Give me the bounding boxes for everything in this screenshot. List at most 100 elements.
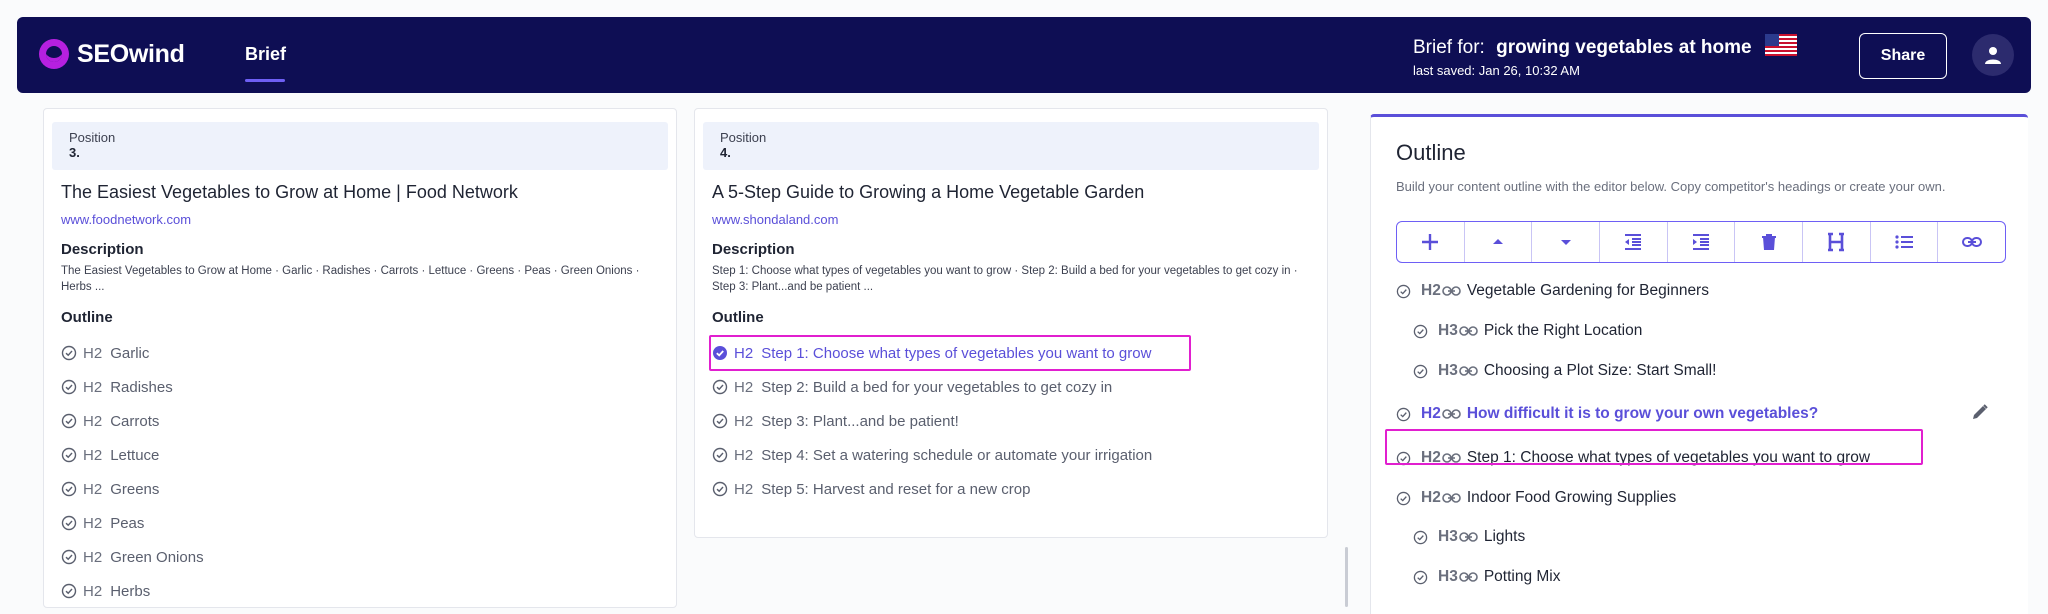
- check-circle-icon: [61, 413, 77, 429]
- outdent-button[interactable]: [1600, 222, 1668, 262]
- logo-text: SEOwind: [77, 39, 185, 68]
- heading-tag: H2: [734, 446, 754, 464]
- outline-item-text: Step 4: Set a watering schedule or autom…: [761, 446, 1153, 464]
- outline-editor-item[interactable]: H3 Choosing a Plot Size: Start Small!: [1413, 356, 1716, 386]
- outline-editor-item[interactable]: H2 Indoor Food Growing Supplies: [1396, 483, 1676, 513]
- description-heading: Description: [61, 241, 144, 258]
- link-icon: [1459, 366, 1478, 376]
- position-box: Position 3.: [52, 122, 668, 170]
- link-button[interactable]: [1938, 222, 2005, 262]
- outline-item-text: Step 3: Plant...and be patient!: [761, 412, 959, 430]
- indent-button[interactable]: [1668, 222, 1736, 262]
- heading-tag: H2: [734, 412, 754, 430]
- heading-tag: H2: [1421, 489, 1441, 506]
- logo[interactable]: SEOwind: [37, 37, 185, 71]
- us-flag-icon: [1764, 34, 1797, 56]
- check-circle-icon: [61, 515, 77, 531]
- outline-editor-item[interactable]: H2 How difficult it is to grow your own v…: [1396, 399, 1818, 429]
- last-saved: last saved: Jan 26, 10:32 AM: [1413, 63, 1580, 78]
- outline-item[interactable]: H2 Radishes: [61, 374, 173, 400]
- position-number: 4.: [720, 145, 731, 160]
- outline-item-text: Potting Mix: [1483, 568, 1561, 585]
- active-tab-indicator: [245, 79, 285, 82]
- check-circle-icon: [61, 583, 77, 599]
- outline-editor-item[interactable]: H3 Lights: [1413, 522, 1525, 552]
- result-url[interactable]: www.shondaland.com: [712, 212, 838, 227]
- heading-icon: [1828, 232, 1845, 252]
- highlight-box: [1385, 429, 1923, 465]
- outline-item-text: Step 5: Harvest and reset for a new crop: [761, 480, 1031, 498]
- heading-tag: H2: [83, 582, 103, 600]
- outline-item-text: Radishes: [110, 378, 173, 396]
- outline-editor-item[interactable]: H3 Pick the Right Location: [1413, 316, 1642, 346]
- outline-item-text: Indoor Food Growing Supplies: [1466, 489, 1677, 506]
- delete-button[interactable]: [1735, 222, 1804, 262]
- link-icon: [1459, 532, 1478, 542]
- heading-tag: H2: [1421, 405, 1441, 422]
- outline-heading: Outline: [712, 309, 764, 326]
- add-button[interactable]: [1397, 222, 1465, 262]
- share-button[interactable]: Share: [1859, 33, 1947, 79]
- serp-result-card: Position 3. The Easiest Vegetables to Gr…: [43, 108, 677, 608]
- brief-label: Brief for:: [1413, 37, 1485, 58]
- link-icon: [1442, 409, 1461, 419]
- heading-tag: H3: [1438, 362, 1458, 379]
- edit-pencil-icon[interactable]: [1971, 403, 1989, 421]
- outline-item[interactable]: H2 Step 3: Plant...and be patient!: [712, 408, 959, 434]
- result-title[interactable]: A 5-Step Guide to Growing a Home Vegetab…: [712, 182, 1144, 203]
- result-url[interactable]: www.foodnetwork.com: [61, 212, 191, 227]
- move-down-button[interactable]: [1532, 222, 1601, 262]
- brief-info: Brief for: growing vegetables at home la…: [1413, 34, 1813, 78]
- description-heading: Description: [712, 241, 795, 258]
- heading-tag: H3: [1438, 528, 1458, 545]
- check-circle-icon: [61, 379, 77, 395]
- heading-tag: H2: [83, 344, 103, 362]
- check-circle-icon: [1413, 530, 1428, 544]
- outline-item-text: How difficult it is to grow your own veg…: [1466, 405, 1819, 422]
- plus-icon: [1422, 234, 1439, 250]
- outline-heading: Outline: [61, 309, 113, 326]
- check-circle-icon: [1396, 284, 1411, 298]
- outline-item[interactable]: H2 Lettuce: [61, 442, 159, 468]
- outline-item[interactable]: H2 Step 2: Build a bed for your vegetable…: [712, 374, 1112, 400]
- link-icon: [1459, 326, 1478, 336]
- outline-item[interactable]: H2 Greens: [61, 476, 159, 502]
- outline-item-text: Peas: [110, 514, 145, 532]
- outline-item[interactable]: H2 Garlic: [61, 340, 149, 366]
- highlight-box: [709, 335, 1191, 371]
- link-icon: [1961, 237, 1982, 247]
- result-title[interactable]: The Easiest Vegetables to Grow at Home |…: [61, 182, 518, 203]
- heading-tag: H2: [83, 548, 103, 566]
- outline-item[interactable]: H2 Green Onions: [61, 544, 204, 570]
- link-icon: [1459, 572, 1478, 582]
- outline-editor-item[interactable]: H2 Vegetable Gardening for Beginners: [1396, 276, 1709, 306]
- list-button[interactable]: [1871, 222, 1939, 262]
- heading-tag: H2: [734, 378, 754, 396]
- check-circle-icon: [1396, 491, 1411, 505]
- user-icon: [1985, 47, 2001, 64]
- check-circle-icon: [712, 379, 728, 395]
- outline-item[interactable]: H2 Step 5: Harvest and reset for a new cr…: [712, 476, 1031, 502]
- tab-brief[interactable]: Brief: [245, 44, 286, 65]
- user-avatar[interactable]: [1972, 34, 2014, 76]
- outline-item[interactable]: H2 Herbs: [61, 578, 150, 604]
- outline-item-text: Choosing a Plot Size: Start Small!: [1483, 362, 1717, 379]
- outline-item[interactable]: H2 Step 4: Set a watering schedule or aut…: [712, 442, 1152, 468]
- check-circle-icon: [61, 549, 77, 565]
- link-icon: [1442, 286, 1461, 296]
- result-description: Step 1: Choose what types of vegetables …: [712, 265, 1298, 293]
- check-circle-icon: [712, 447, 728, 463]
- seowind-logo-icon: [39, 39, 69, 69]
- move-up-button[interactable]: [1465, 222, 1533, 262]
- indent-icon: [1693, 234, 1710, 250]
- outline-editor-item[interactable]: H3 Potting Mix: [1413, 562, 1561, 592]
- outline-item-text: Garlic: [110, 344, 150, 362]
- outline-item[interactable]: H2 Peas: [61, 510, 144, 536]
- heading-tag: H2: [1421, 282, 1441, 299]
- position-label: Position: [720, 130, 767, 145]
- heading-tag: H2: [83, 480, 103, 498]
- outline-item-text: Green Onions: [110, 548, 204, 566]
- heading-button[interactable]: [1803, 222, 1871, 262]
- scrollbar[interactable]: [1345, 547, 1348, 607]
- outline-item[interactable]: H2 Carrots: [61, 408, 159, 434]
